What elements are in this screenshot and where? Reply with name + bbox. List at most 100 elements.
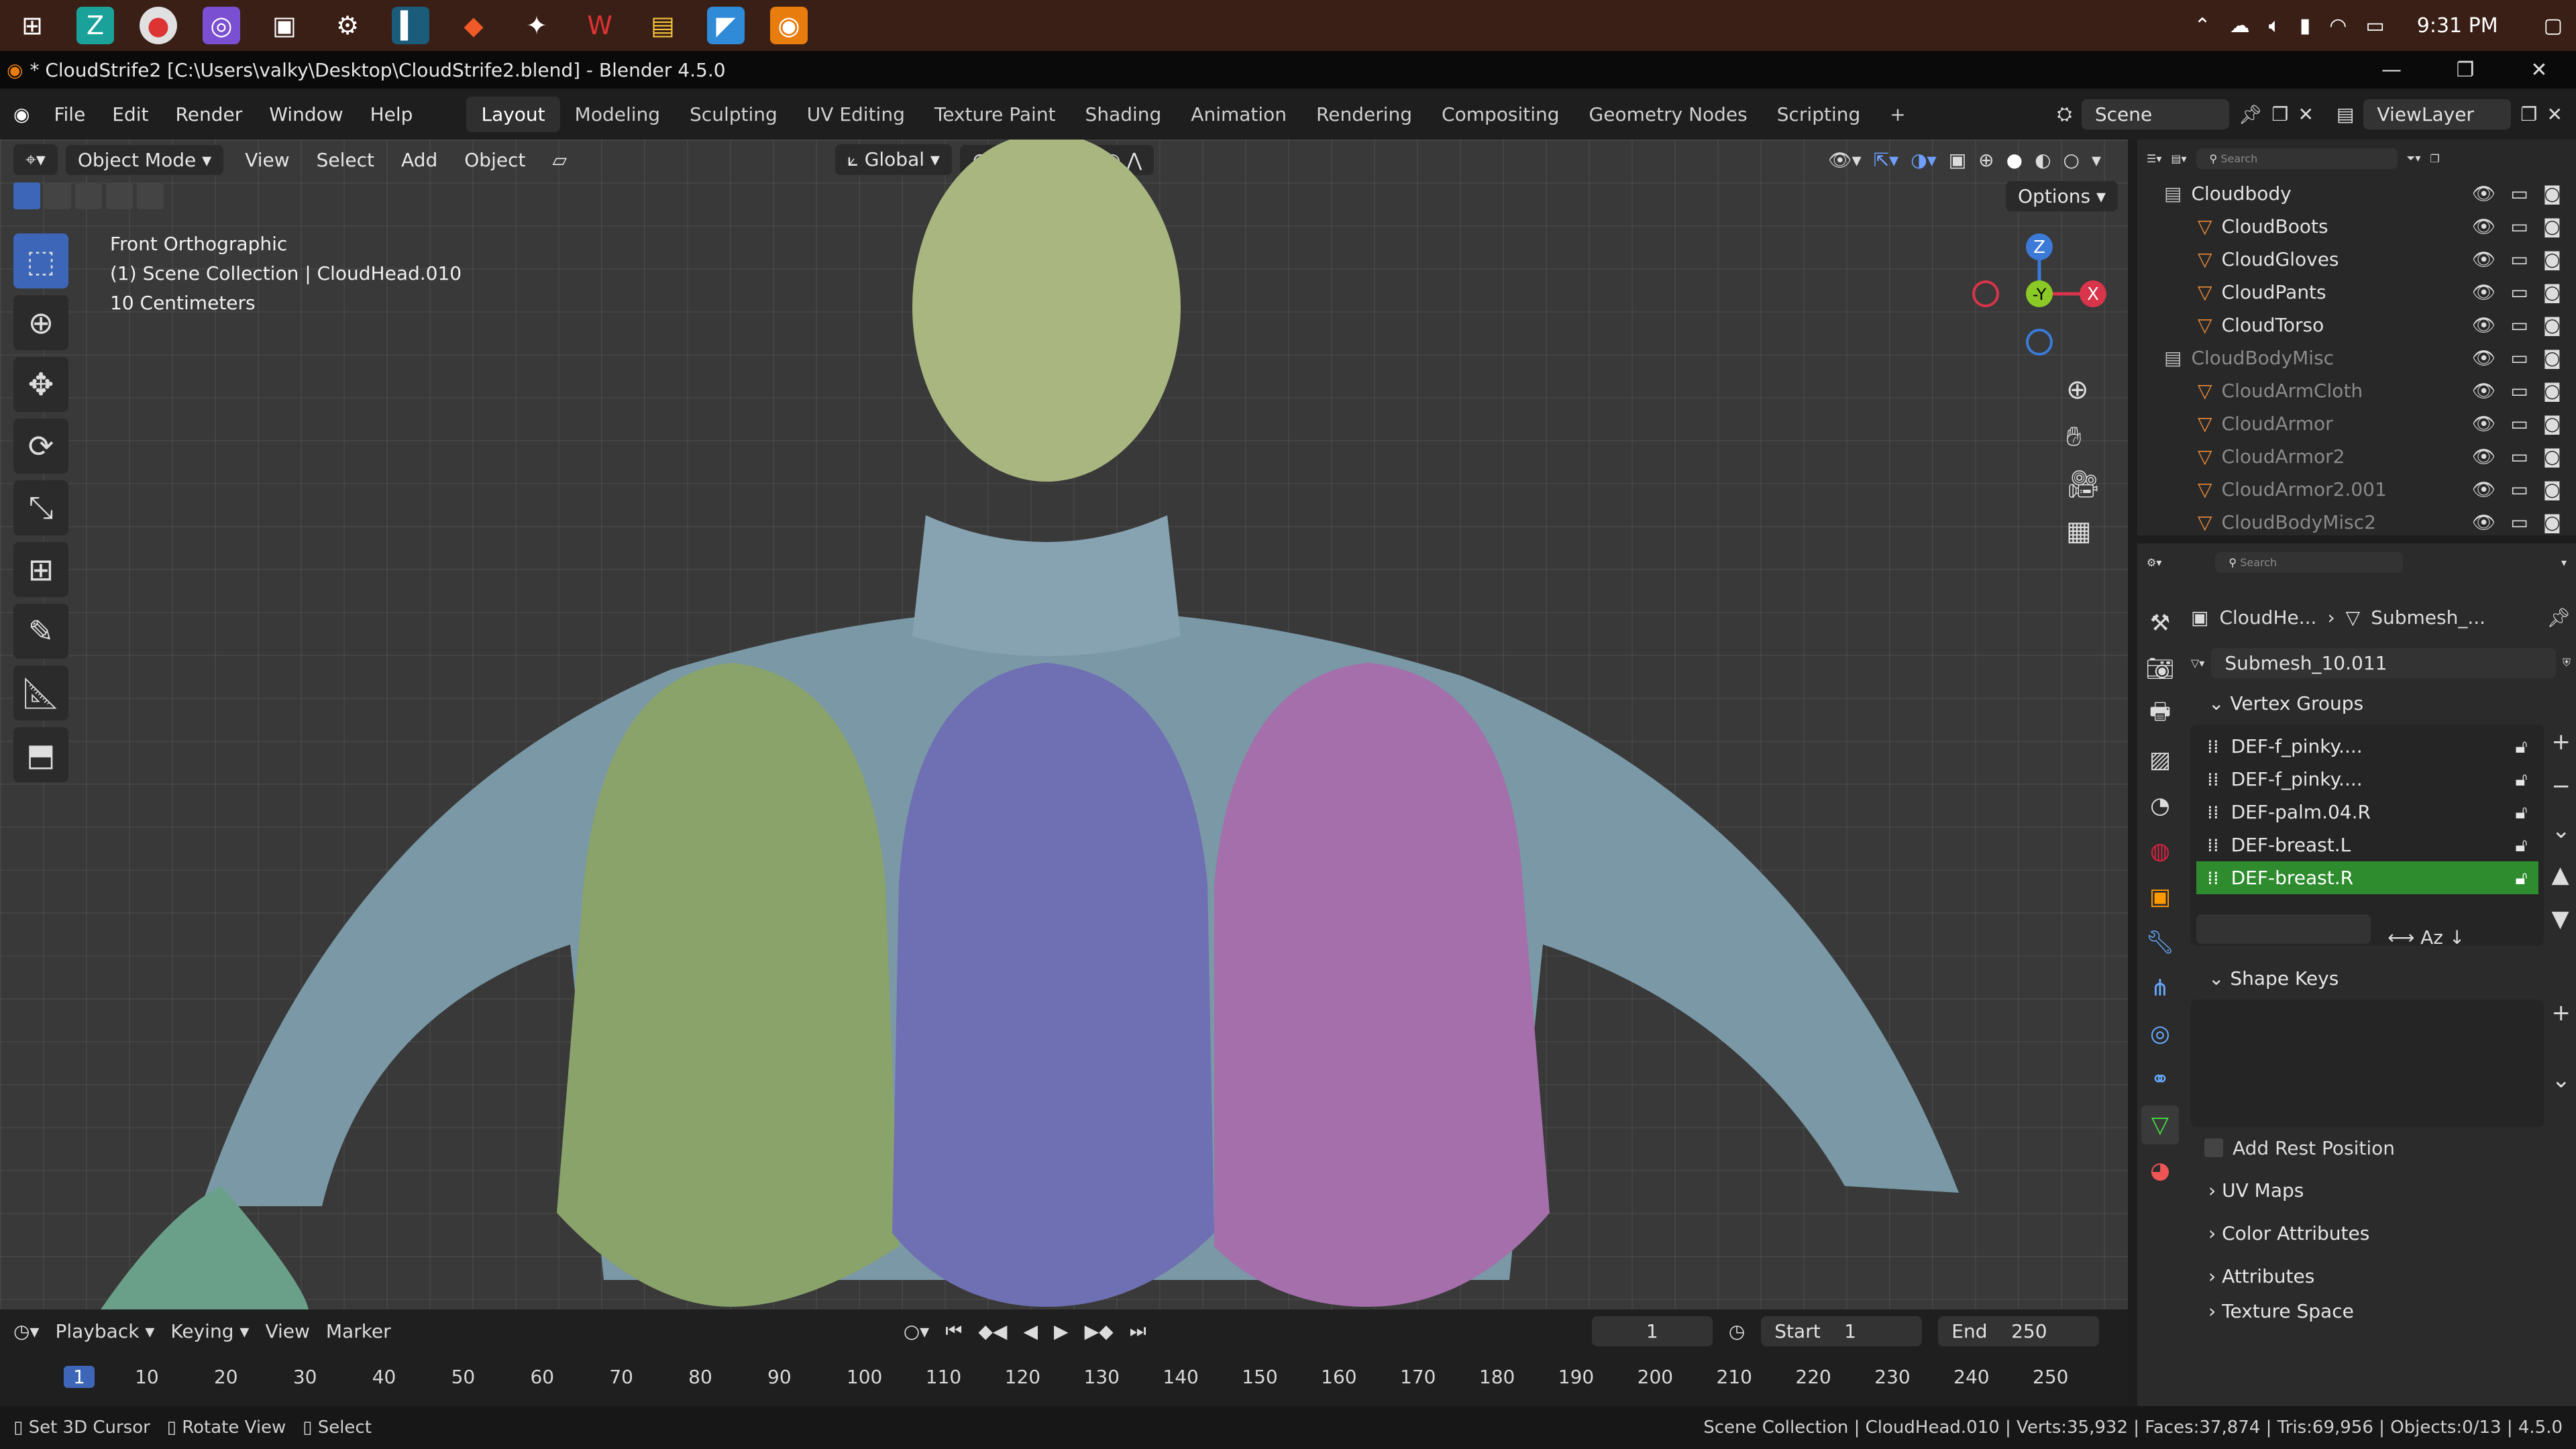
eye-icon[interactable]: 👁︎ (2472, 413, 2496, 435)
filter-icon[interactable]: ⏷▾ (2407, 152, 2421, 165)
menu-edit[interactable]: Edit (99, 103, 162, 125)
monitor-icon[interactable]: ▭ (2510, 248, 2528, 270)
eye-icon[interactable]: 👁︎ (2472, 215, 2496, 237)
tab-shading[interactable]: Shading (1071, 97, 1177, 132)
eye-icon[interactable]: 👁︎ (2472, 182, 2496, 205)
app-icon-3[interactable]: ◎ (203, 7, 240, 44)
app-tray-icon[interactable]: ▮ (2300, 14, 2311, 38)
shape-keys-header[interactable]: ⌄ Shape Keys (2191, 957, 2571, 1000)
outliner-search[interactable]: ⚲ Search (2196, 148, 2398, 169)
camera-icon[interactable]: ◙ (2543, 281, 2561, 303)
tab-modeling[interactable]: Modeling (560, 97, 675, 132)
eye-icon[interactable]: 👁︎ (2472, 314, 2496, 336)
tab-rendering[interactable]: Rendering (1301, 97, 1427, 132)
camera-icon[interactable]: ◙ (2543, 413, 2561, 435)
settings-icon[interactable]: ⚙ (329, 7, 366, 44)
vg-menu-icon[interactable]: ⌄ (2552, 817, 2571, 844)
menu-file[interactable]: File (40, 103, 99, 125)
fake-user-shield-icon[interactable]: ⛨ (2563, 656, 2571, 669)
object-tab-icon[interactable]: ▣ (2141, 877, 2179, 916)
3d-viewport[interactable]: ⌖▾ Object Mode ▾ View Select Add Object … (0, 140, 2128, 1309)
add-workspace-icon[interactable]: + (1875, 97, 1920, 132)
outliner-row[interactable]: ▽ CloudTorso 👁︎ ▭ ◙ (2137, 309, 2576, 341)
outliner-row[interactable]: ▽ CloudArmor2.001 👁︎ ▭ ◙ (2137, 473, 2576, 506)
outliner-row[interactable]: ▽ CloudArmCloth 👁︎ ▭ ◙ (2137, 374, 2576, 407)
camera-icon[interactable]: ◙ (2543, 445, 2561, 468)
monitor-icon[interactable]: ▭ (2510, 478, 2528, 500)
viewlayer-icon[interactable]: ▤ (2337, 103, 2354, 125)
app-icon-4[interactable]: ▣ (266, 7, 303, 44)
props-editor-icon[interactable]: ⚙▾ (2147, 556, 2161, 569)
outliner-row[interactable]: ▽ CloudArmor2 👁︎ ▭ ◙ (2137, 440, 2576, 473)
sk-add-icon[interactable]: + (2552, 1000, 2571, 1026)
app-icon-11[interactable]: ◤ (707, 7, 745, 44)
monitor-icon[interactable]: ▭ (2510, 215, 2528, 237)
vertex-group-row[interactable]: ⁞⁞ DEF-f_pinky.... 🔓︎ (2196, 763, 2538, 796)
taskbar-clock[interactable]: 9:31 PM (2417, 14, 2498, 38)
tab-uv-editing[interactable]: UV Editing (792, 97, 920, 132)
camera-icon[interactable]: ◙ (2543, 347, 2561, 369)
menu-render[interactable]: Render (162, 103, 256, 125)
tab-scripting[interactable]: Scripting (1762, 97, 1876, 132)
remove-scene-icon[interactable]: ✕ (2298, 103, 2313, 125)
new-viewlayer-icon[interactable]: ❐ (2520, 103, 2537, 125)
onedrive-icon[interactable]: ☁ (2230, 14, 2250, 38)
pin-icon[interactable]: 📌︎ (2546, 606, 2571, 629)
rest-position-checkbox[interactable] (2204, 1138, 2223, 1157)
collar-mesh[interactable] (912, 515, 1181, 656)
outliner-row[interactable]: ▽ CloudPants 👁︎ ▭ ◙ (2137, 276, 2576, 309)
vertex-groups-list[interactable]: ⁞⁞ DEF-f_pinky.... 🔓︎ ⁞⁞ DEF-f_pinky.... 🔓︎… (2191, 724, 2544, 949)
monitor-icon[interactable]: ▭ (2510, 511, 2528, 533)
outliner-editor-icon[interactable]: ☰▾ (2147, 152, 2161, 165)
world-tab-icon[interactable]: ◍ (2141, 832, 2179, 871)
eye-icon[interactable]: 👁︎ (2472, 248, 2496, 270)
chevron-up-icon[interactable]: ⌃ (2194, 14, 2211, 38)
view-layer-tab-icon[interactable]: ▨ (2141, 741, 2179, 780)
props-search[interactable]: ⚲ Search (2215, 551, 2404, 573)
volume-icon[interactable]: 🔈︎ (2269, 14, 2281, 38)
new-scene-icon[interactable]: ❐ (2271, 103, 2288, 125)
vg-add-icon[interactable]: + (2552, 729, 2571, 755)
texture-space-header[interactable]: › Texture Space (2191, 1297, 2571, 1324)
outliner-row[interactable]: ▽ CloudGloves 👁︎ ▭ ◙ (2137, 243, 2576, 276)
mesh-name-field[interactable]: Submesh_10.011 (2211, 647, 2556, 678)
app-icon-8[interactable]: ✦ (518, 7, 555, 44)
vg-move-down-icon[interactable]: ▼ (2552, 906, 2571, 932)
app-icon-6[interactable]: ▍ (392, 7, 429, 44)
menu-window[interactable]: Window (256, 103, 356, 125)
vertex-group-row[interactable]: ⁞⁞ DEF-f_pinky.... 🔓︎ (2196, 730, 2538, 763)
monitor-icon[interactable]: ▭ (2510, 314, 2528, 336)
lock-icon[interactable]: 🔓︎ (2515, 867, 2538, 890)
eye-icon[interactable]: 👁︎ (2472, 347, 2496, 369)
new-collection-icon[interactable]: ❐ (2430, 152, 2439, 165)
vg-filter-input[interactable] (2196, 914, 2371, 944)
scene-icon[interactable]: ⛭ (2057, 103, 2072, 125)
windows-start-icon[interactable]: ⊞ (13, 7, 51, 44)
breadcrumb-mesh[interactable]: Submesh_... (2371, 606, 2485, 629)
monitor-icon[interactable]: ▭ (2510, 445, 2528, 468)
camera-icon[interactable]: ◙ (2543, 511, 2561, 533)
uv-maps-header[interactable]: › UV Maps (2191, 1169, 2571, 1212)
vertex-groups-header[interactable]: ⌄ Vertex Groups (2191, 682, 2571, 724)
notification-icon[interactable]: ▢ (2544, 14, 2563, 38)
camera-icon[interactable]: ◙ (2543, 215, 2561, 237)
blender-taskbar-icon[interactable]: ◉ (770, 7, 808, 44)
app-icon-9[interactable]: W (581, 7, 619, 44)
tab-geometry-nodes[interactable]: Geometry Nodes (1574, 97, 1762, 132)
outliner-row[interactable]: ▽ CloudBodyMisc2 👁︎ ▭ ◙ (2137, 506, 2576, 539)
vertex-group-row[interactable]: ⁞⁞ DEF-palm.04.R 🔓︎ (2196, 796, 2538, 828)
lock-icon[interactable]: 🔓︎ (2515, 834, 2538, 857)
vertex-group-row[interactable]: ⁞⁞ DEF-breast.L 🔓︎ (2196, 828, 2538, 861)
eye-icon[interactable]: 👁︎ (2472, 380, 2496, 402)
outliner-row[interactable]: ▽ CloudBoots 👁︎ ▭ ◙ (2137, 210, 2576, 243)
viewlayer-field[interactable]: ViewLayer (2363, 99, 2512, 129)
eye-icon[interactable]: 👁︎ (2472, 478, 2496, 500)
particles-tab-icon[interactable]: ⋔ (2141, 969, 2179, 1008)
props-chevron-icon[interactable]: ▾ (2561, 556, 2567, 569)
file-explorer-icon[interactable]: ▤ (644, 7, 682, 44)
tab-texture-paint[interactable]: Texture Paint (920, 97, 1071, 132)
monitor-icon[interactable]: ▭ (2510, 347, 2528, 369)
remove-viewlayer-icon[interactable]: ✕ (2547, 103, 2563, 125)
minimize-button[interactable]: — (2355, 58, 2428, 82)
monitor-icon[interactable]: ▭ (2510, 182, 2528, 205)
